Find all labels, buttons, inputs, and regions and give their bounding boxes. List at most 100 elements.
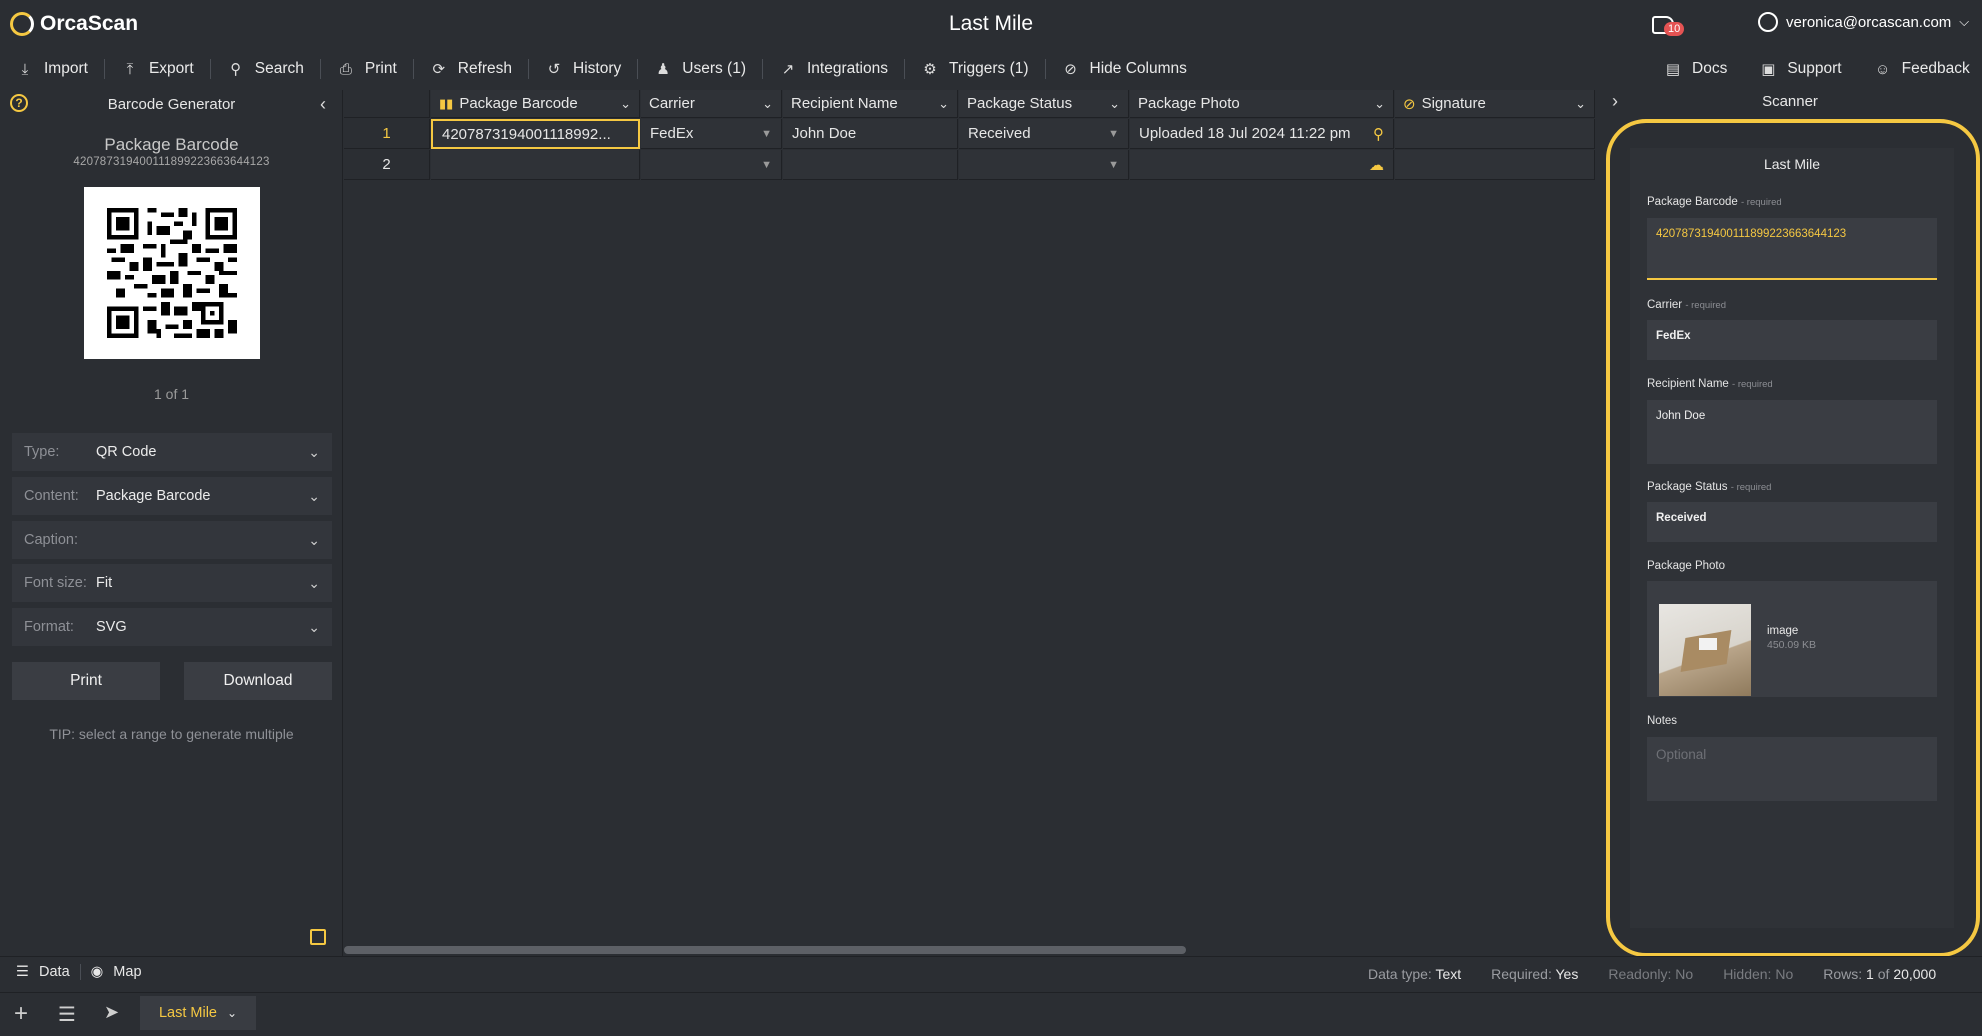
cell-value: Received — [968, 125, 1031, 142]
chevron-down-icon: ⌵ — [1959, 14, 1970, 29]
chevron-down-icon: ⌄ — [308, 618, 320, 635]
type-select[interactable]: Type: QR Code ⌄ — [12, 433, 332, 471]
export-button[interactable]: ⤒ Export — [105, 54, 210, 84]
qr-code-image — [84, 187, 260, 359]
download-button[interactable]: Download — [184, 662, 332, 700]
stat-label: Readonly: — [1608, 966, 1672, 982]
type-value: QR Code — [96, 444, 157, 460]
add-sheet-icon[interactable]: + — [14, 1000, 28, 1028]
search-icon[interactable]: ⚲ — [1373, 125, 1384, 143]
cell-package-status[interactable]: ▼ — [959, 150, 1129, 180]
horizontal-scrollbar[interactable] — [344, 946, 1186, 954]
integrations-button[interactable]: ↗ Integrations — [763, 54, 904, 84]
cell-package-barcode[interactable]: 4207873194001118992... — [431, 119, 640, 149]
column-header-package-barcode[interactable]: ▮▮ Package Barcode ⌄ — [431, 90, 640, 118]
refresh-button[interactable]: ⟳ Refresh — [414, 54, 528, 84]
caption-select[interactable]: Caption: ⌄ — [12, 521, 332, 559]
cell-package-photo[interactable]: ☁ — [1130, 150, 1394, 180]
notifications-button[interactable]: 10 — [1652, 12, 1686, 42]
support-icon: ▣ — [1761, 61, 1776, 78]
print-barcode-button[interactable]: Print — [12, 662, 160, 700]
triggers-label: Triggers (1) — [949, 60, 1029, 77]
cell-value: Uploaded 18 Jul 2024 11:22 pm — [1139, 125, 1351, 142]
search-button[interactable]: ⚲ Search — [211, 54, 320, 84]
row-number[interactable]: 2 — [344, 150, 430, 180]
map-view-tab[interactable]: Map — [113, 964, 141, 980]
feedback-icon: ☺ — [1874, 60, 1891, 78]
cell-carrier[interactable]: FedEx ▼ — [641, 119, 782, 149]
dropdown-arrow-icon: ▼ — [1108, 158, 1119, 171]
sheet-list-icon[interactable]: ☰ — [58, 1002, 76, 1027]
hide-columns-label: Hide Columns — [1089, 60, 1187, 77]
support-button[interactable]: ▣ Support — [1743, 54, 1857, 84]
package-status-field[interactable]: Received — [1647, 502, 1937, 542]
format-label: Format: — [24, 619, 74, 635]
user-menu[interactable]: veronica@orcascan.com ⌵ — [1758, 12, 1969, 32]
expand-right-icon[interactable]: › — [1612, 91, 1618, 112]
lock-icon[interactable] — [310, 929, 326, 945]
triggers-button[interactable]: ⚙ Triggers (1) — [905, 54, 1045, 84]
data-view-tab[interactable]: Data — [39, 964, 70, 980]
package-photo-thumbnail[interactable] — [1659, 604, 1751, 696]
user-avatar-icon — [1758, 12, 1778, 32]
column-label: Package Barcode — [459, 95, 578, 112]
cell-recipient-name[interactable]: John Doe — [783, 119, 958, 149]
user-email: veronica@orcascan.com — [1786, 13, 1952, 31]
stat-value: 20,000 — [1893, 966, 1937, 982]
cell-package-status[interactable]: Received ▼ — [959, 119, 1129, 149]
content-select[interactable]: Content: Package Barcode ⌄ — [12, 477, 332, 515]
column-label: Carrier — [649, 95, 695, 112]
sheet-tab-last-mile[interactable]: Last Mile ⌄ — [140, 996, 256, 1030]
data-grid — [344, 90, 1604, 956]
hide-columns-button[interactable]: ⊘ Hide Columns — [1046, 54, 1203, 84]
cell-carrier[interactable]: ▼ — [641, 150, 782, 180]
collapse-left-icon[interactable]: ‹ — [320, 94, 326, 115]
chevron-down-icon: ⌄ — [762, 95, 773, 111]
docs-button[interactable]: ▤ Docs — [1648, 54, 1743, 84]
column-header-recipient-name[interactable]: Recipient Name ⌄ — [783, 90, 958, 118]
cell-recipient-name[interactable] — [783, 150, 958, 180]
column-header-package-status[interactable]: Package Status ⌄ — [959, 90, 1129, 118]
label-text: Carrier — [1647, 299, 1683, 311]
font-size-select[interactable]: Font size: Fit ⌄ — [12, 564, 332, 602]
help-icon[interactable]: ? — [10, 94, 28, 112]
package-barcode-field[interactable]: 420787319400111899223663644123 — [1647, 218, 1937, 280]
history-button[interactable]: ↺ History — [529, 54, 637, 84]
qr-code-icon — [107, 208, 237, 338]
column-header-carrier[interactable]: Carrier ⌄ — [641, 90, 782, 118]
column-header-signature[interactable]: ⊘ Signature ⌄ — [1395, 90, 1595, 118]
print-icon: ⎙ — [339, 60, 352, 78]
notes-field[interactable]: Optional — [1647, 737, 1937, 801]
integrations-label: Integrations — [807, 60, 888, 77]
format-value: SVG — [96, 619, 127, 635]
orcascan-logo[interactable]: OrcaScan — [10, 10, 138, 38]
content-label: Content: — [24, 488, 79, 504]
import-button[interactable]: ⤓ Import — [0, 54, 104, 84]
import-label: Import — [44, 60, 88, 77]
cell-package-photo[interactable]: Uploaded 18 Jul 2024 11:22 pm ⚲ — [1130, 119, 1394, 149]
carrier-field[interactable]: FedEx — [1647, 320, 1937, 360]
row-number[interactable]: 1 — [344, 119, 430, 149]
qr-pager: 1 of 1 — [153, 386, 190, 402]
orca-logo-icon — [10, 12, 34, 36]
format-select[interactable]: Format: SVG ⌄ — [12, 608, 332, 646]
send-icon[interactable]: ➤ — [104, 1002, 119, 1023]
feedback-button[interactable]: ☺ Feedback — [1858, 54, 1982, 84]
column-header-package-photo[interactable]: Package Photo ⌄ — [1130, 90, 1394, 118]
print-button[interactable]: ⎙ Print — [321, 54, 413, 84]
cell-signature[interactable] — [1395, 119, 1595, 149]
cell-package-barcode[interactable] — [431, 150, 640, 180]
upload-cloud-icon[interactable]: ☁ — [1369, 156, 1384, 174]
field-label-notes: Notes — [1647, 715, 1678, 727]
stat-data-type: Data type: Text — [1368, 966, 1461, 982]
history-label: History — [573, 60, 622, 77]
column-stats: Data type: Text Required: Yes Readonly: … — [1368, 966, 1936, 982]
users-button[interactable]: ♟ Users (1) — [638, 54, 762, 84]
support-label: Support — [1787, 60, 1842, 77]
stat-required: Required: Yes — [1491, 966, 1578, 982]
recipient-name-field[interactable]: John Doe — [1647, 400, 1937, 464]
barcode-icon: ▮▮ — [439, 95, 454, 111]
cell-signature[interactable] — [1395, 150, 1595, 180]
package-photo-field[interactable]: image 450.09 KB — [1647, 581, 1937, 697]
chevron-down-icon: ⌄ — [308, 574, 320, 591]
